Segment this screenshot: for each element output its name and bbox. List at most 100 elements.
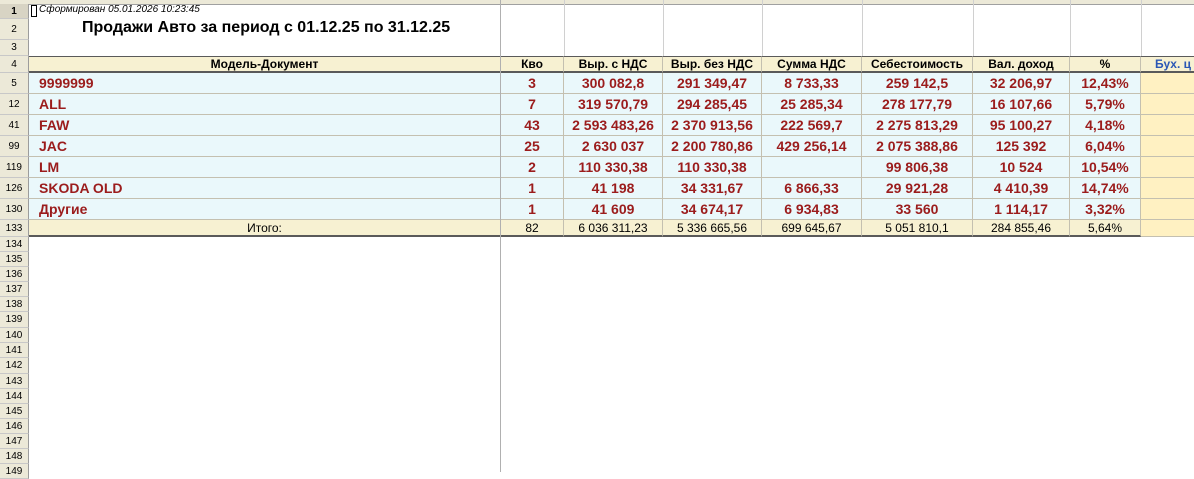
accent-cell[interactable] (1141, 136, 1194, 157)
table-cell-vat[interactable]: 222 569,7 (762, 115, 862, 136)
table-cell-pct[interactable]: 4,18% (1070, 115, 1141, 136)
column-header-name[interactable]: Модель-Документ (29, 56, 501, 73)
row-header-145[interactable]: 145 (0, 404, 29, 419)
table-cell-vat[interactable]: 429 256,14 (762, 136, 862, 157)
total-cell-qty[interactable]: 82 (501, 220, 564, 237)
table-cell-cost[interactable]: 99 806,38 (862, 157, 973, 178)
table-cell-name[interactable]: Другие (29, 199, 501, 220)
table-cell-rev_novat[interactable]: 110 330,38 (663, 157, 762, 178)
table-cell-pct[interactable]: 14,74% (1070, 178, 1141, 199)
column-header-buh[interactable]: Бух. ц (1141, 56, 1194, 73)
row-header-99[interactable]: 99 (0, 136, 29, 157)
table-cell-pct[interactable]: 12,43% (1070, 73, 1141, 94)
column-header-vat[interactable]: Сумма НДС (762, 56, 862, 73)
table-cell-rev_vat[interactable]: 2 593 483,26 (564, 115, 663, 136)
table-cell-vat[interactable] (762, 157, 862, 178)
table-cell-vat[interactable]: 6 934,83 (762, 199, 862, 220)
accent-cell[interactable] (1141, 220, 1194, 237)
table-cell-cost[interactable]: 259 142,5 (862, 73, 973, 94)
table-cell-qty[interactable]: 1 (501, 199, 564, 220)
row-header-12[interactable]: 12 (0, 94, 29, 115)
table-cell-pct[interactable]: 5,79% (1070, 94, 1141, 115)
table-cell-rev_vat[interactable]: 2 630 037 (564, 136, 663, 157)
accent-cell[interactable] (1141, 73, 1194, 94)
table-cell-rev_novat[interactable]: 294 285,45 (663, 94, 762, 115)
table-cell-name[interactable]: LM (29, 157, 501, 178)
row-header-141[interactable]: 141 (0, 343, 29, 358)
row-header-130[interactable]: 130 (0, 199, 29, 220)
row-header-137[interactable]: 137 (0, 282, 29, 297)
table-cell-gross[interactable]: 125 392 (973, 136, 1070, 157)
table-cell-pct[interactable]: 3,32% (1070, 199, 1141, 220)
row-header-41[interactable]: 41 (0, 115, 29, 136)
table-cell-cost[interactable]: 278 177,79 (862, 94, 973, 115)
table-cell-gross[interactable]: 95 100,27 (973, 115, 1070, 136)
table-cell-rev_novat[interactable]: 291 349,47 (663, 73, 762, 94)
table-cell-vat[interactable]: 25 285,34 (762, 94, 862, 115)
table-cell-qty[interactable]: 3 (501, 73, 564, 94)
column-header-pct[interactable]: % (1070, 56, 1141, 73)
row-header-144[interactable]: 144 (0, 389, 29, 404)
total-cell-gross[interactable]: 284 855,46 (973, 220, 1070, 237)
table-cell-qty[interactable]: 43 (501, 115, 564, 136)
table-cell-name[interactable]: 9999999 (29, 73, 501, 94)
table-cell-rev_vat[interactable]: 110 330,38 (564, 157, 663, 178)
row-header-139[interactable]: 139 (0, 312, 29, 328)
row-header-4[interactable]: 4 (0, 56, 29, 73)
row-header-133[interactable]: 133 (0, 220, 29, 237)
table-cell-vat[interactable]: 8 733,33 (762, 73, 862, 94)
row-header-148[interactable]: 148 (0, 449, 29, 464)
table-cell-gross[interactable]: 32 206,97 (973, 73, 1070, 94)
table-cell-rev_vat[interactable]: 41 198 (564, 178, 663, 199)
row-header-146[interactable]: 146 (0, 419, 29, 434)
row-header-136[interactable]: 136 (0, 267, 29, 282)
table-cell-gross[interactable]: 16 107,66 (973, 94, 1070, 115)
column-header-rev_vat[interactable]: Выр. с НДС (564, 56, 663, 73)
accent-cell[interactable] (1141, 94, 1194, 115)
table-cell-qty[interactable]: 25 (501, 136, 564, 157)
table-cell-cost[interactable]: 29 921,28 (862, 178, 973, 199)
table-cell-gross[interactable]: 1 114,17 (973, 199, 1070, 220)
row-header-119[interactable]: 119 (0, 157, 29, 178)
table-cell-rev_novat[interactable]: 34 331,67 (663, 178, 762, 199)
accent-cell[interactable] (1141, 199, 1194, 220)
column-header-rev_novat[interactable]: Выр. без НДС (663, 56, 762, 73)
table-cell-gross[interactable]: 10 524 (973, 157, 1070, 178)
table-cell-qty[interactable]: 2 (501, 157, 564, 178)
row-header-143[interactable]: 143 (0, 374, 29, 389)
column-header-cost[interactable]: Себестоимость (862, 56, 973, 73)
table-cell-cost[interactable]: 2 075 388,86 (862, 136, 973, 157)
table-cell-gross[interactable]: 4 410,39 (973, 178, 1070, 199)
total-cell-rev_vat[interactable]: 6 036 311,23 (564, 220, 663, 237)
accent-cell[interactable] (1141, 178, 1194, 199)
row-header-147[interactable]: 147 (0, 434, 29, 449)
table-cell-qty[interactable]: 1 (501, 178, 564, 199)
column-header-qty[interactable]: Кво (501, 56, 564, 73)
row-header-142[interactable]: 142 (0, 358, 29, 374)
total-cell-name[interactable]: Итого: (29, 220, 501, 237)
table-cell-pct[interactable]: 10,54% (1070, 157, 1141, 178)
table-cell-rev_novat[interactable]: 34 674,17 (663, 199, 762, 220)
accent-cell[interactable] (1141, 115, 1194, 136)
table-cell-rev_novat[interactable]: 2 200 780,86 (663, 136, 762, 157)
table-cell-rev_vat[interactable]: 41 609 (564, 199, 663, 220)
total-cell-pct[interactable]: 5,64% (1070, 220, 1141, 237)
total-cell-rev_novat[interactable]: 5 336 665,56 (663, 220, 762, 237)
table-cell-name[interactable]: JAC (29, 136, 501, 157)
table-cell-vat[interactable]: 6 866,33 (762, 178, 862, 199)
table-cell-rev_vat[interactable]: 300 082,8 (564, 73, 663, 94)
row-header-5[interactable]: 5 (0, 73, 29, 94)
table-cell-name[interactable]: SKODA OLD (29, 178, 501, 199)
table-cell-pct[interactable]: 6,04% (1070, 136, 1141, 157)
table-cell-rev_vat[interactable]: 319 570,79 (564, 94, 663, 115)
table-cell-name[interactable]: ALL (29, 94, 501, 115)
row-header-134[interactable]: 134 (0, 237, 29, 252)
row-header-135[interactable]: 135 (0, 252, 29, 267)
total-cell-vat[interactable]: 699 645,67 (762, 220, 862, 237)
table-cell-name[interactable]: FAW (29, 115, 501, 136)
row-header-138[interactable]: 138 (0, 297, 29, 312)
table-cell-rev_novat[interactable]: 2 370 913,56 (663, 115, 762, 136)
row-header-3[interactable]: 3 (0, 40, 29, 56)
column-header-gross[interactable]: Вал. доход (973, 56, 1070, 73)
table-cell-cost[interactable]: 2 275 813,29 (862, 115, 973, 136)
